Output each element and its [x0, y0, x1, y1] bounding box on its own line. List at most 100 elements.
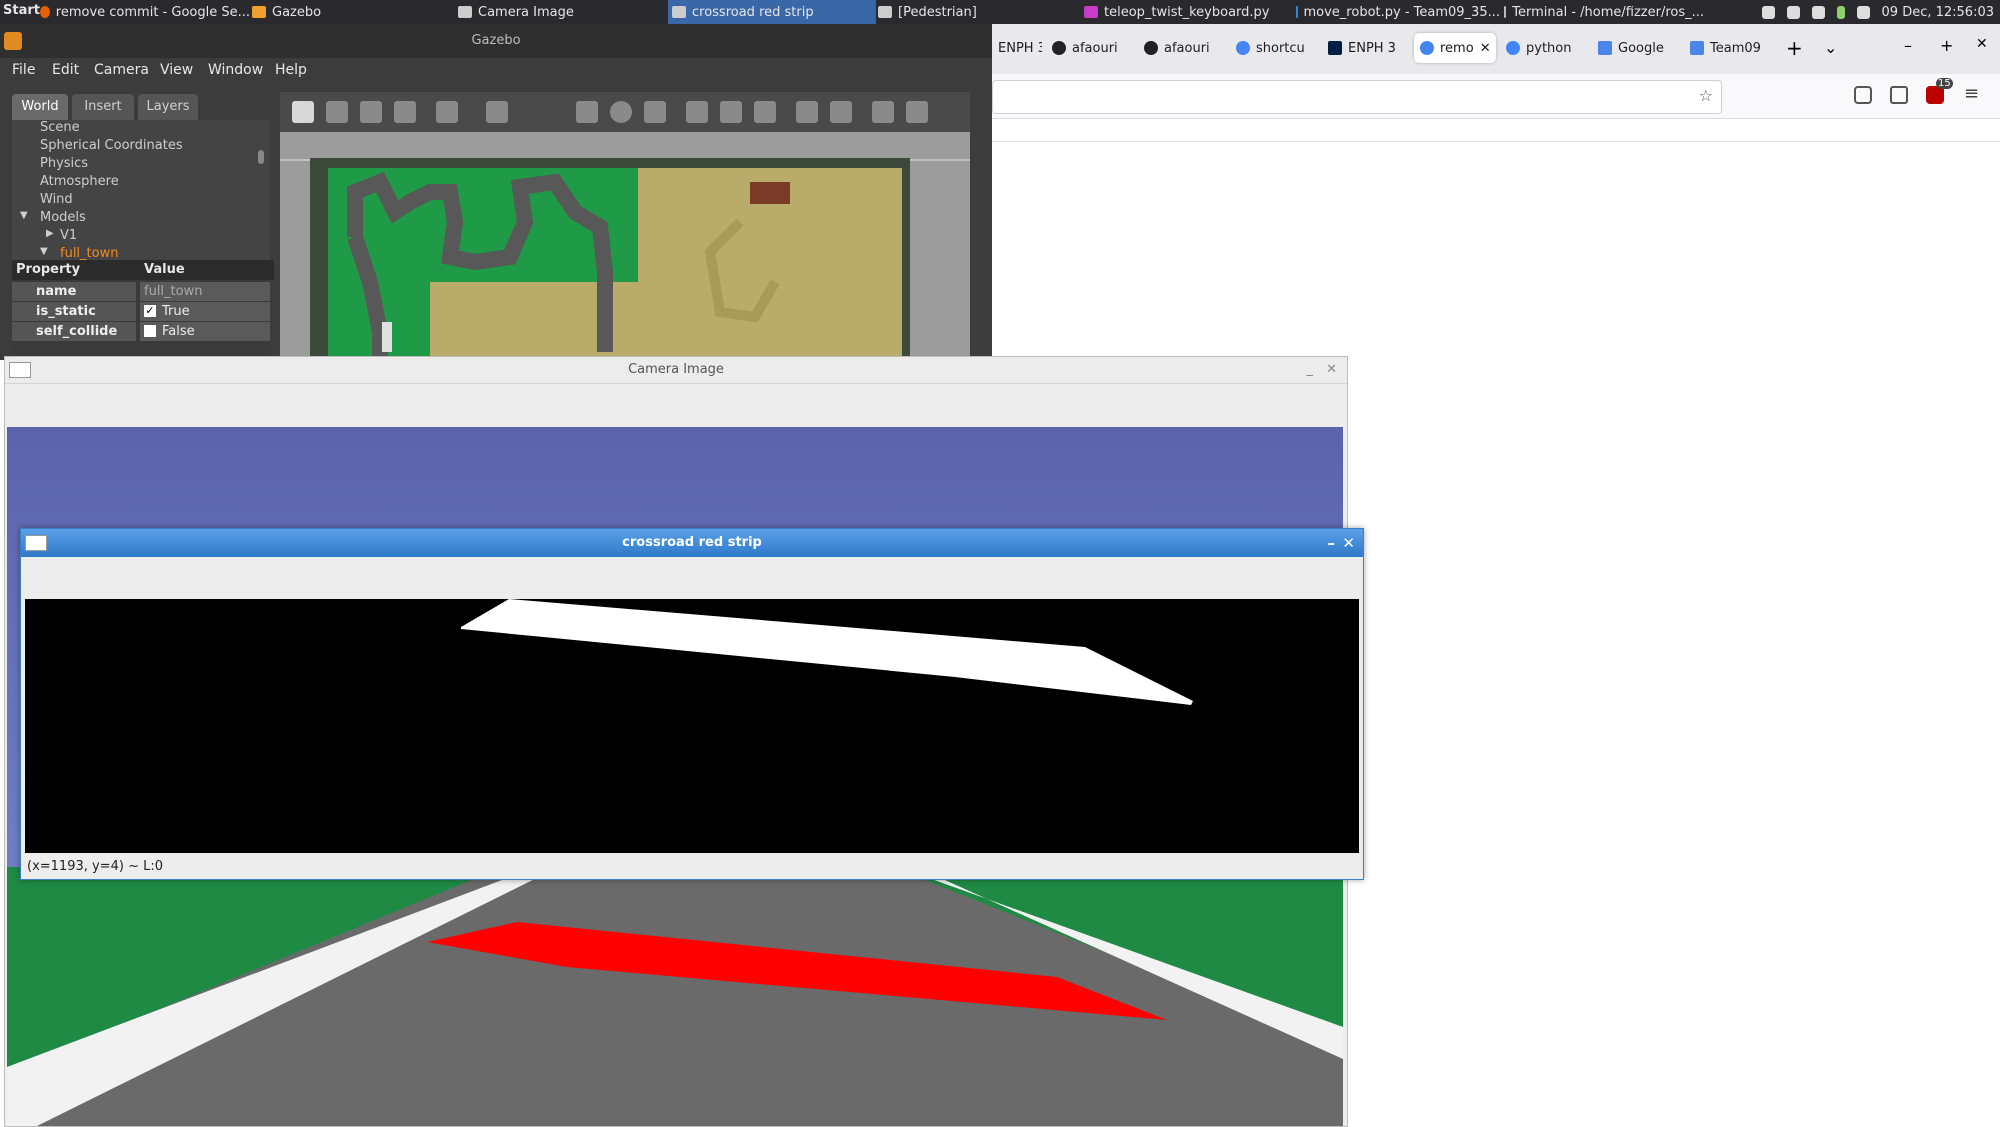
mask-image[interactable]: [25, 599, 1359, 853]
paste-icon[interactable]: [830, 101, 852, 123]
translate-tool-icon[interactable]: [326, 101, 348, 123]
browser-tab[interactable]: Google: [1592, 33, 1680, 63]
browser-tab[interactable]: Team09: [1684, 33, 1772, 63]
box-shape-icon[interactable]: [576, 101, 598, 123]
tree-item-wind[interactable]: Wind: [40, 192, 73, 207]
menu-camera[interactable]: Camera: [94, 62, 149, 78]
browser-tab[interactable]: python: [1500, 33, 1588, 63]
taskbar-item-crossroad[interactable]: crossroad red strip: [668, 0, 876, 24]
redo-icon[interactable]: [486, 101, 508, 123]
wifi-icon[interactable]: [1811, 5, 1825, 19]
browser-tab[interactable]: ENPH 3: [1322, 33, 1410, 63]
taskbar-label: remove commit - Google Se...: [55, 4, 250, 20]
menu-file[interactable]: File: [12, 62, 35, 78]
close-tab-icon[interactable]: ✕: [1480, 41, 1491, 56]
expand-arrow-icon[interactable]: ▼: [20, 210, 28, 221]
bookmark-star-icon[interactable]: ☆: [1699, 86, 1713, 105]
tree-item-scene[interactable]: Scene: [40, 120, 80, 135]
prop-value[interactable]: full_town: [140, 282, 270, 301]
tab-label: ENPH 3: [1348, 40, 1396, 56]
gazebo-window: Gazebo File Edit Camera View Window Help…: [0, 24, 992, 360]
tree-item-models[interactable]: Models: [40, 210, 86, 225]
browser-tab[interactable]: afaouri: [1138, 33, 1226, 63]
browser-tab-active[interactable]: remo ✕: [1414, 33, 1496, 63]
tab-label: shortcu: [1256, 40, 1305, 56]
expand-arrow-icon[interactable]: ▼: [40, 246, 48, 257]
prop-value: True: [162, 304, 190, 319]
close-button[interactable]: ✕: [1326, 357, 1337, 383]
taskbar-label: Gazebo: [272, 4, 322, 20]
gdocs-icon: [1598, 41, 1612, 55]
point-light-icon[interactable]: [686, 101, 708, 123]
menu-window[interactable]: Window: [208, 62, 263, 78]
close-button[interactable]: ✕: [1342, 529, 1355, 557]
select-tool-icon[interactable]: [292, 101, 314, 123]
world-render[interactable]: [280, 132, 970, 360]
taskbar-label: Camera Image: [478, 4, 574, 20]
taskbar-item-vscode[interactable]: move_robot.py - Team09_35...: [1296, 0, 1500, 24]
menu-edit[interactable]: Edit: [52, 62, 79, 78]
collapse-arrow-icon[interactable]: ▶: [46, 228, 54, 239]
taskbar-item-teleop[interactable]: teleop_twist_keyboard.py: [1084, 0, 1294, 24]
tab-insert[interactable]: Insert: [72, 94, 134, 120]
battery-icon[interactable]: [1836, 5, 1845, 19]
terminal-icon: [1504, 6, 1507, 18]
browser-tab-strip: ENPH 3 afaouri afaouri shortcu ENPH 3 re…: [992, 24, 2000, 74]
volume-icon[interactable]: [1856, 5, 1870, 19]
gazebo-toolbar: [280, 92, 970, 132]
window-title: Gazebo: [0, 24, 992, 58]
browser-tab[interactable]: ENPH 3: [992, 33, 1042, 63]
clock[interactable]: 09 Dec, 12:56:03: [1882, 5, 1994, 20]
tree-item-atmosphere[interactable]: Atmosphere: [40, 174, 119, 189]
new-tab-button[interactable]: +: [1786, 36, 1803, 60]
directional-light-icon[interactable]: [754, 101, 776, 123]
gazebo-3d-view[interactable]: [280, 92, 970, 360]
extensions-icon[interactable]: [1890, 86, 1908, 104]
taskbar-item-gazebo[interactable]: Gazebo: [252, 0, 452, 24]
minimize-button[interactable]: _: [1307, 357, 1314, 383]
menu-help[interactable]: Help: [275, 62, 307, 78]
tab-layers[interactable]: Layers: [138, 94, 198, 120]
taskbar-label: move_robot.py - Team09_35...: [1303, 4, 1501, 20]
browser-tab[interactable]: afaouri: [1046, 33, 1134, 63]
taskbar-label: crossroad red strip: [692, 4, 814, 20]
taskbar-item-terminal[interactable]: Terminal - /home/fizzer/ros_...: [1504, 0, 1704, 24]
checkbox[interactable]: ✓: [144, 305, 156, 317]
bell-icon[interactable]: [1761, 5, 1775, 19]
github-icon: [1052, 41, 1066, 55]
firefox-icon: [40, 6, 50, 18]
bluetooth-icon[interactable]: [1786, 5, 1800, 19]
checkbox[interactable]: [144, 325, 156, 337]
taskbar-item-pedestrian[interactable]: [Pedestrian]: [878, 0, 1078, 24]
tree-item-full-town[interactable]: full_town: [60, 246, 118, 261]
undo-icon[interactable]: [436, 101, 458, 123]
menu-icon[interactable]: ≡: [1964, 83, 1979, 104]
snap-icon[interactable]: [906, 101, 928, 123]
copy-icon[interactable]: [796, 101, 818, 123]
scale-tool-icon[interactable]: [394, 101, 416, 123]
crossroad-window: crossroad red strip – ✕ (x=1193, y=4) ~ …: [20, 528, 1364, 880]
tree-item-physics[interactable]: Physics: [40, 156, 88, 171]
start-button[interactable]: Start: [3, 3, 40, 18]
minimize-button[interactable]: –: [1328, 529, 1336, 557]
browser-tab[interactable]: shortcu: [1230, 33, 1318, 63]
url-bar[interactable]: ☆: [992, 80, 1722, 114]
menu-bar: File Edit Camera View Window Help: [0, 58, 992, 86]
spot-light-icon[interactable]: [720, 101, 742, 123]
pocket-icon[interactable]: [1854, 86, 1872, 104]
maximize-button[interactable]: +: [1940, 36, 1953, 55]
tree-item-spherical[interactable]: Spherical Coordinates: [40, 138, 183, 153]
sphere-shape-icon[interactable]: [610, 101, 632, 123]
list-tabs-button[interactable]: ⌄: [1824, 38, 1837, 57]
tree-item-v1[interactable]: V1: [60, 228, 77, 243]
taskbar-item-camera[interactable]: Camera Image: [458, 0, 668, 24]
align-icon[interactable]: [872, 101, 894, 123]
taskbar-item-browser[interactable]: remove commit - Google Se...: [40, 0, 250, 24]
cylinder-shape-icon[interactable]: [644, 101, 666, 123]
close-button[interactable]: ✕: [1976, 36, 1988, 52]
scrollbar[interactable]: [258, 150, 264, 164]
minimize-button[interactable]: –: [1904, 36, 1912, 55]
menu-view[interactable]: View: [160, 62, 193, 78]
tab-world[interactable]: World: [12, 94, 68, 120]
rotate-tool-icon[interactable]: [360, 101, 382, 123]
